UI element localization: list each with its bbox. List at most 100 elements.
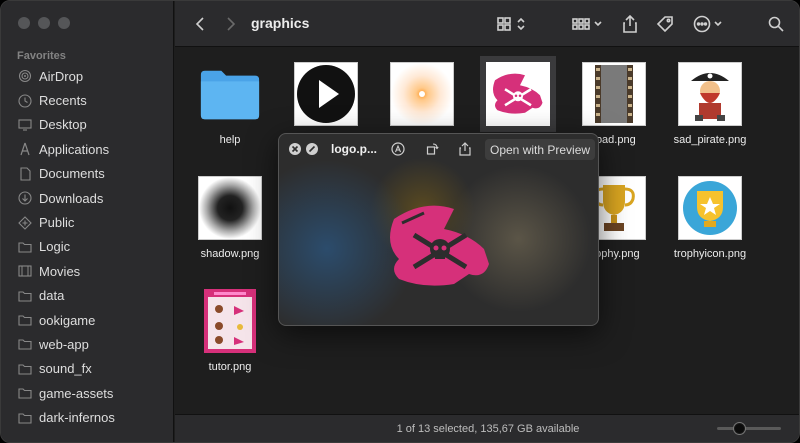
pirate-logo-icon [390, 205, 489, 286]
sidebar-item-web-app[interactable]: web-app [1, 332, 174, 356]
file-item-shadow[interactable]: shadow.png [182, 176, 278, 260]
share-button[interactable] [619, 13, 641, 35]
pirate-character-icon [678, 62, 742, 126]
folder-icon [18, 240, 32, 254]
grid-view-icon [497, 17, 525, 31]
file-name: trophyicon.png [673, 248, 747, 260]
chevron-right-icon [227, 17, 236, 31]
quick-look-toolbar: logo.p... Open with Preview [279, 134, 598, 164]
public-icon [18, 215, 32, 230]
forward-button[interactable] [222, 13, 240, 35]
shadow-icon [198, 176, 262, 240]
window-controls [18, 17, 70, 29]
fullscreen-circle-icon [306, 143, 318, 155]
quick-look-fullscreen-button[interactable] [305, 142, 319, 156]
sidebar-item-label: game-assets [39, 385, 114, 401]
folder-icon [18, 337, 32, 351]
sidebar-item-downloads[interactable]: Downloads [1, 186, 174, 210]
applications-icon [18, 142, 32, 156]
close-window-button[interactable] [18, 17, 30, 29]
more-actions-button[interactable] [693, 13, 727, 35]
file-name: shadow.png [200, 248, 260, 260]
quick-look-title: logo.p... [331, 142, 377, 156]
sidebar-item-label: data [39, 288, 65, 304]
status-text: 1 of 13 selected, 135,67 GB available [396, 423, 580, 435]
airdrop-icon [18, 69, 32, 83]
film-icon [18, 264, 32, 278]
search-button[interactable] [765, 13, 787, 35]
sidebar-item-applications[interactable]: Applications [1, 137, 174, 161]
share-icon [623, 15, 637, 33]
tag-icon [656, 16, 673, 33]
sidebar-item-recents[interactable]: Recents [1, 88, 174, 112]
file-item-sad-pirate[interactable]: sad_pirate.png [662, 62, 758, 146]
sidebar-item-label: Documents [39, 166, 105, 182]
quick-look-share-button[interactable] [458, 142, 472, 156]
icon-size-slider-track[interactable] [717, 427, 781, 430]
sidebar-item-label: AirDrop [39, 68, 84, 84]
quick-look-panel: logo.p... Open with Preview [278, 133, 599, 326]
document-icon [18, 167, 32, 181]
sidebar-item-label: Logic [39, 239, 71, 255]
group-button[interactable] [572, 13, 606, 35]
sidebar-item-movies[interactable]: Movies [1, 259, 174, 283]
sidebar-item-documents[interactable]: Documents [1, 162, 174, 186]
file-item-logo[interactable] [470, 56, 566, 132]
zoom-window-button[interactable] [58, 17, 70, 29]
back-button[interactable] [191, 13, 209, 35]
file-item-play-image[interactable] [278, 62, 374, 134]
tags-button[interactable] [654, 13, 676, 35]
file-item-tutor[interactable]: tutor.png [182, 289, 278, 373]
sidebar-item-label: Public [39, 215, 75, 231]
status-bar: 1 of 13 selected, 135,67 GB available [175, 414, 799, 442]
view-mode-button[interactable] [495, 13, 529, 35]
window-title: graphics [251, 15, 310, 31]
sidebar-item-airdrop[interactable]: AirDrop [1, 64, 174, 88]
trophy-badge-icon [678, 176, 742, 240]
markup-button[interactable] [391, 142, 405, 156]
sidebar-item-logic[interactable]: Logic [1, 235, 174, 259]
open-with-preview-button[interactable]: Open with Preview [485, 139, 596, 160]
sidebar-item-label: sound_fx [39, 361, 92, 377]
minimize-window-button[interactable] [38, 17, 50, 29]
glow-icon [390, 62, 454, 126]
sidebar-item-ookigame[interactable]: ookigame [1, 308, 174, 332]
file-name: sad_pirate.png [673, 134, 747, 146]
file-item-glow-image[interactable] [374, 62, 470, 134]
favorites-section-label: Favorites [17, 50, 66, 62]
folder-icon [18, 386, 32, 400]
play-icon [294, 62, 358, 126]
group-grid-icon [572, 18, 602, 30]
sidebar-item-label: ookigame [39, 312, 96, 328]
sidebar-item-label: dark-infernos [39, 410, 115, 426]
quick-look-close-button[interactable] [288, 142, 302, 156]
ellipsis-circle-icon [693, 15, 722, 33]
folder-icon [18, 313, 32, 327]
markup-icon [391, 142, 405, 156]
sidebar-item-dark-infernos[interactable]: dark-infernos [1, 405, 174, 429]
file-item-help[interactable]: help [182, 62, 278, 146]
folder-icon [198, 62, 262, 126]
sidebar-item-label: Movies [39, 263, 81, 279]
rotate-button[interactable] [425, 142, 439, 156]
sidebar-item-label: Downloads [39, 190, 104, 206]
road-icon [582, 62, 646, 126]
search-icon [768, 16, 784, 32]
sidebar-item-game-assets[interactable]: game-assets [1, 381, 174, 405]
finder-window: Favorites AirDrop Recents Desktop Applicati… [0, 0, 800, 443]
clock-icon [18, 94, 32, 108]
icon-size-slider-handle[interactable] [733, 422, 746, 435]
sidebar: Favorites AirDrop Recents Desktop Applicati… [1, 1, 174, 442]
sidebar-item-public[interactable]: Public [1, 210, 174, 234]
sidebar-item-data[interactable]: data [1, 284, 174, 308]
share-icon [459, 142, 471, 156]
rotate-icon [426, 143, 439, 155]
file-name: help [219, 134, 241, 146]
download-icon [18, 191, 32, 205]
selected-thumbnail [480, 56, 556, 132]
sidebar-item-desktop[interactable]: Desktop [1, 113, 174, 137]
toolbar: graphics [175, 1, 799, 47]
file-item-trophyicon[interactable]: trophyicon.png [662, 176, 758, 260]
folder-icon [18, 411, 32, 425]
sidebar-item-sound-fx[interactable]: sound_fx [1, 357, 174, 381]
